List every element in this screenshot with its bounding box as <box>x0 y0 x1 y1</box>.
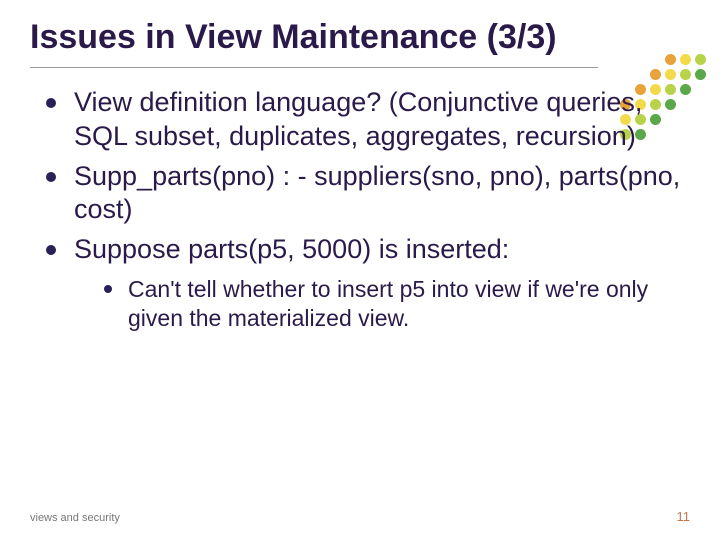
decor-dot <box>680 69 691 80</box>
decor-dot <box>680 54 691 65</box>
bullet-item: Supp_parts(pno) : - suppliers(sno, pno),… <box>46 160 690 228</box>
sub-bullet-list: Can't tell whether to insert p5 into vie… <box>74 275 690 333</box>
decor-dot <box>635 54 646 65</box>
slide: Issues in View Maintenance (3/3) View de… <box>0 0 720 540</box>
slide-number: 11 <box>677 509 691 524</box>
sub-bullet-item: Can't tell whether to insert p5 into vie… <box>104 275 690 333</box>
decor-dot <box>695 129 706 140</box>
title-divider <box>30 67 598 68</box>
decor-dot <box>620 69 631 80</box>
main-bullet-list: View definition language? (Conjunctive q… <box>30 86 690 332</box>
decor-dot <box>635 69 646 80</box>
bullet-item: Suppose parts(p5, 5000) is inserted: Can… <box>46 233 690 332</box>
decor-dot <box>695 84 706 95</box>
decor-dot <box>695 69 706 80</box>
decor-dot <box>665 54 676 65</box>
decor-dot <box>695 54 706 65</box>
page-title: Issues in View Maintenance (3/3) <box>30 18 590 57</box>
decor-dot <box>695 114 706 125</box>
decor-dot <box>650 54 661 65</box>
decor-dot <box>665 69 676 80</box>
decor-dot <box>695 99 706 110</box>
bullet-text: Suppose parts(p5, 5000) is inserted: <box>74 234 509 264</box>
footer-left-text: views and security <box>30 512 120 524</box>
bullet-item: View definition language? (Conjunctive q… <box>46 86 690 154</box>
decor-dot <box>620 54 631 65</box>
decor-dot <box>650 69 661 80</box>
